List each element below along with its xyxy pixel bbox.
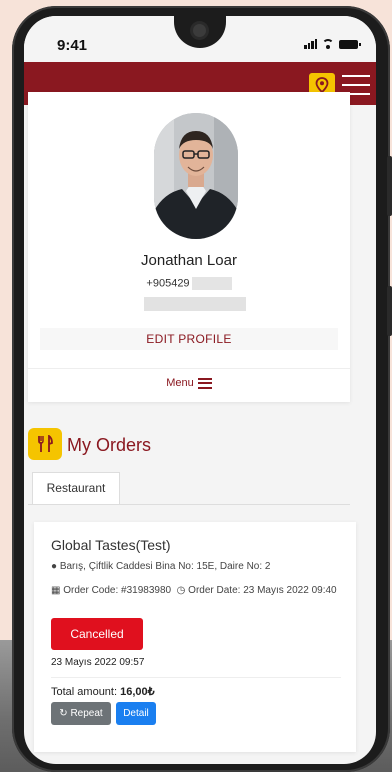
total-label: Total amount: [51,686,118,698]
camera-icon [193,24,206,37]
status-date: 23 Mayıs 2022 09:57 [51,657,145,668]
map-marker-icon: ● [51,561,58,572]
status-badge: Cancelled [51,618,143,650]
app-screen: 9:41 Jonathan Loar +905429 EDIT PROFILE … [24,16,376,764]
menu-label: Menu [166,377,194,389]
calendar-icon: ▦ [51,585,61,596]
phone-frame: 9:41 Jonathan Loar +905429 EDIT PROFILE … [12,6,392,772]
status-icons [304,39,361,49]
order-address: ● Barış, Çiftlik Caddesi Bina No: 15E, D… [51,561,270,572]
divider [28,368,350,369]
status-bar: 9:41 [24,16,376,62]
order-code: Order Code: #31983980 [63,585,172,596]
profile-name: Jonathan Loar [141,252,237,269]
redacted-email [144,297,246,311]
total-value: 16,00₺ [120,686,155,698]
location-pin-icon [315,77,329,93]
profile-phone: +905429 [28,277,350,290]
wifi-icon [322,39,334,49]
camera-notch [174,16,226,48]
order-card: Global Tastes(Test) ● Barış, Çiftlik Cad… [34,522,356,752]
avatar [154,113,238,239]
total-amount: Total amount: 16,00₺ [51,685,155,698]
battery-icon [339,39,361,49]
cutlery-icon [28,428,62,460]
tab-underline [28,504,350,505]
profile-phone-text: +905429 [146,277,190,290]
restaurant-name: Global Tastes(Test) [51,537,171,553]
order-meta: ▦ Order Code: #31983980 ◷ Order Date: 23… [51,582,341,599]
redacted-block [191,277,232,290]
signal-icon [304,39,317,49]
clock-icon: ◷ [176,585,186,596]
my-orders-heading: My Orders [67,435,152,455]
detail-button[interactable]: Detail [116,702,156,725]
menu-button[interactable]: Menu [28,377,350,389]
repeat-button[interactable]: ↻ Repeat [51,702,111,725]
profile-card: Jonathan Loar +905429 EDIT PROFILE Menu [28,92,350,402]
address-text: Barış, Çiftlik Caddesi Bina No: 15E, Dai… [59,561,271,572]
repeat-label: Repeat [70,708,103,719]
power-button [387,286,392,336]
status-time: 9:41 [57,37,88,54]
refresh-icon: ↻ [59,708,68,719]
divider [51,677,341,678]
volume-button [387,156,392,216]
tab-restaurant[interactable]: Restaurant [32,472,120,504]
hamburger-icon [197,377,212,389]
edit-profile-button[interactable]: EDIT PROFILE [40,328,338,350]
order-date: Order Date: 23 Mayıs 2022 09:40 [188,585,337,596]
